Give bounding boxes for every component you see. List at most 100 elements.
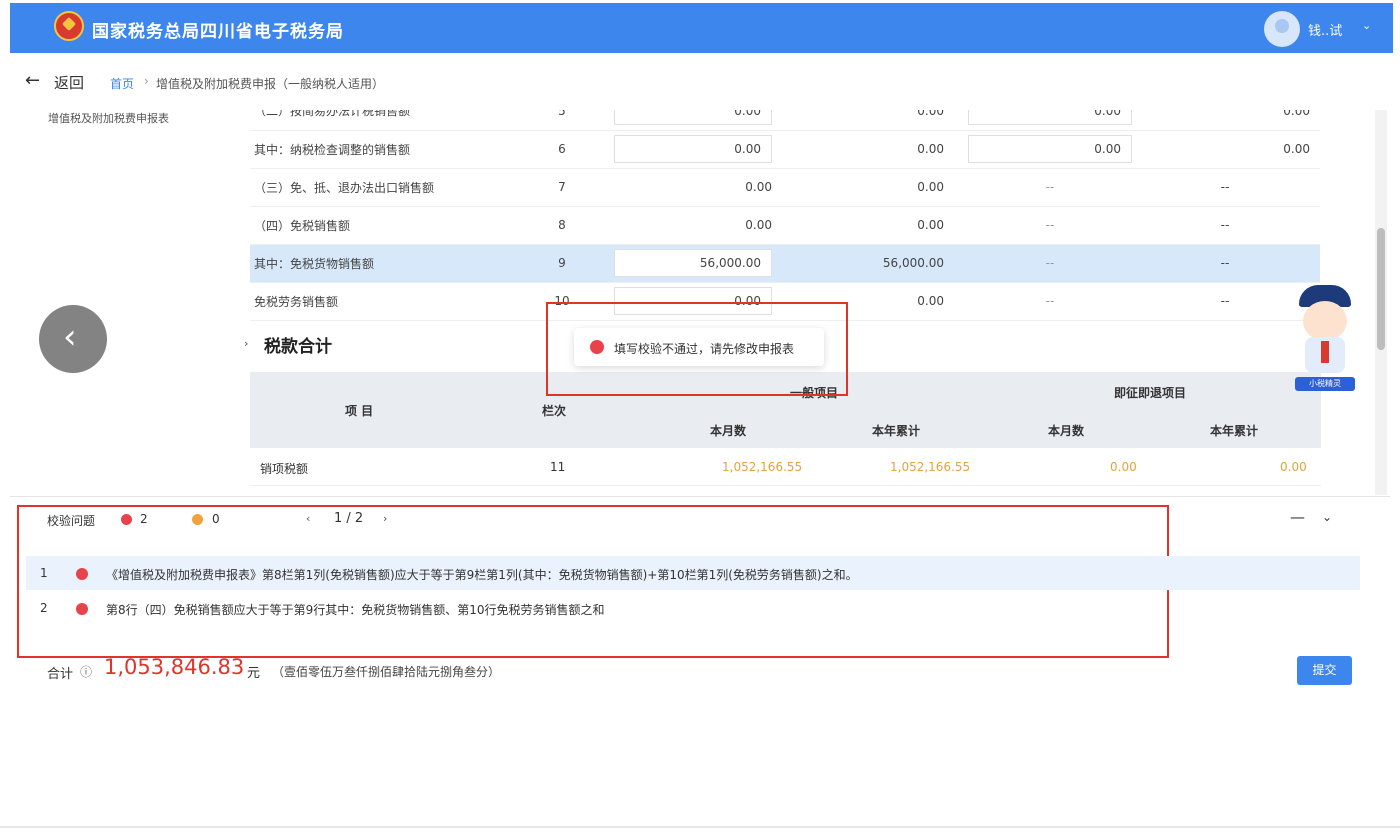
header-no: 栏次 [542, 404, 567, 418]
warning-count: 0 [212, 512, 220, 526]
validation-toast: 填写校验不通过，请先修改申报表 [574, 328, 824, 366]
amount-input[interactable]: 56,000.00 [614, 249, 772, 277]
minimize-icon[interactable]: — [1290, 508, 1305, 526]
pager-status: 1 / 2 [334, 511, 364, 526]
header-item: 项 目 [345, 404, 374, 418]
info-icon[interactable]: ⓘ [80, 663, 92, 680]
tax-emblem-logo [54, 11, 84, 41]
error-dot-icon [590, 340, 604, 354]
amount-cell: 0.00 [1140, 130, 1320, 169]
total-unit: 元 [247, 666, 261, 681]
mascot-tie [1321, 341, 1329, 363]
header-year: 本年累计 [872, 424, 921, 438]
header-month: 本月数 [1048, 424, 1085, 438]
divider [0, 826, 1400, 828]
empty-cell: -- [1140, 206, 1320, 245]
form-nav-label[interactable]: 增值税及附加税费申报表 [48, 110, 169, 126]
back-button[interactable]: 返回 [54, 72, 84, 93]
row-name: （二）按简易办法计税销售额 [250, 110, 520, 131]
table-row: （四）免税销售额 8 0.00 0.00 -- -- [250, 206, 1320, 245]
amount-cell: 0.00 [745, 180, 772, 194]
section-title: 税款合计 [264, 337, 332, 357]
amount-input[interactable]: 0.00 [968, 135, 1132, 163]
breadcrumb-current: 增值税及附加税费申报（一般纳税人适用） [156, 77, 385, 91]
issue-index: 1 [40, 566, 48, 580]
amount-cell: 56,000.00 [782, 244, 960, 283]
row-name: （三）免、抵、退办法出口销售额 [250, 168, 520, 207]
breadcrumb-separator: › [144, 74, 149, 88]
table-row: （三）免、抵、退办法出口销售额 7 0.00 0.00 -- -- [250, 168, 1320, 207]
chevron-down-icon[interactable]: › [244, 337, 248, 350]
empty-cell: -- [1045, 256, 1055, 270]
error-dot-icon [76, 603, 88, 615]
amount-cell: 1,052,166.55 [890, 460, 971, 474]
amount-input[interactable]: 0.00 [614, 110, 772, 125]
chevron-left-icon: ‹ [63, 317, 77, 357]
table-row: （二）按简易办法计税销售额 5 0.00 0.00 0.00 0.00 [250, 110, 1320, 131]
submit-button[interactable]: 提交 [1297, 656, 1352, 685]
total-amount-words: （壹佰零伍万叁仟捌佰肆拾陆元捌角叁分） [272, 665, 501, 679]
pager-prev-icon[interactable]: ‹ [306, 512, 310, 525]
breadcrumb-home-link[interactable]: 首页 [110, 75, 134, 92]
amount-cell: 0.00 [1280, 460, 1307, 474]
sales-table: （二）按简易办法计税销售额 5 0.00 0.00 0.00 0.00 其中：纳… [250, 110, 1320, 321]
row-number: 5 [520, 110, 604, 131]
header-month: 本月数 [710, 424, 747, 438]
site-title: 国家税务总局四川省电子税务局 [92, 22, 344, 42]
previous-page-button[interactable]: ‹ [39, 305, 107, 373]
total-label: 合计 [47, 667, 74, 682]
table-row-selected: 其中：免税货物销售额 9 56,000.00 56,000.00 -- -- [250, 244, 1320, 283]
issue-text: 第8行（四）免税销售额应大于等于第9行其中：免税货物销售额、第10行免税劳务销售… [106, 603, 605, 617]
row-number: 8 [520, 206, 604, 245]
amount-cell: 1,052,166.55 [722, 460, 803, 474]
empty-cell: -- [1140, 244, 1320, 283]
row-name: 免税劳务销售额 [250, 282, 520, 321]
amount-cell: 0.00 [782, 168, 960, 207]
error-dot-icon [121, 514, 132, 525]
empty-cell: -- [1045, 218, 1055, 232]
issue-row[interactable]: 1 《增值税及附加税费申报表》第8栏第1列(免税销售额)应大于等于第9栏第1列(… [26, 556, 1360, 590]
empty-cell: -- [1140, 168, 1320, 207]
chevron-down-icon[interactable]: ⌄ [1322, 510, 1332, 524]
assistant-mascot[interactable]: 小税精灵 [1293, 285, 1357, 393]
amount-cell: 0.00 [782, 110, 960, 131]
issue-row[interactable]: 2 第8行（四）免税销售额应大于等于第9行其中：免税货物销售额、第10行免税劳务… [26, 591, 1360, 625]
row-name: 其中：免税货物销售额 [250, 244, 520, 283]
header-refund: 即征即退项目 [1114, 386, 1187, 400]
header-year: 本年累计 [1210, 424, 1259, 438]
issue-text: 《增值税及附加税费申报表》第8栏第1列(免税销售额)应大于等于第9栏第1列(其中… [106, 568, 858, 582]
row-number: 6 [520, 130, 604, 169]
row-number: 7 [520, 168, 604, 207]
toast-message: 填写校验不通过，请先修改申报表 [614, 342, 795, 356]
back-arrow-icon[interactable]: ← [25, 70, 40, 91]
error-count: 2 [140, 512, 148, 526]
amount-cell: 0.00 [745, 218, 772, 232]
warning-dot-icon [192, 514, 203, 525]
row-name: 销项税额 [260, 462, 309, 476]
validation-label: 校验问题 [47, 514, 96, 528]
breadcrumb: ← 返回 首页 › 增值税及附加税费申报（一般纳税人适用） [10, 60, 1393, 104]
pager-next-icon[interactable]: › [383, 512, 387, 525]
table-row: 销项税额 11 1,052,166.55 1,052,166.55 0.00 0… [250, 448, 1321, 486]
chevron-down-icon[interactable]: ⌄ [1362, 19, 1371, 32]
mascot-face [1303, 301, 1347, 341]
amount-cell: 0.00 [1140, 110, 1320, 131]
amount-input[interactable]: 0.00 [614, 135, 772, 163]
scrollbar-thumb[interactable] [1377, 228, 1385, 350]
user-name[interactable]: 钱..试 [1308, 20, 1342, 39]
amount-cell: 0.00 [1110, 460, 1137, 474]
empty-cell: -- [1045, 180, 1055, 194]
mascot-badge: 小税精灵 [1295, 377, 1355, 391]
table-row: 其中：纳税检查调整的销售额 6 0.00 0.00 0.00 0.00 [250, 130, 1320, 169]
error-dot-icon [76, 568, 88, 580]
amount-input[interactable]: 0.00 [968, 110, 1132, 125]
user-avatar[interactable] [1264, 11, 1300, 47]
issue-index: 2 [40, 601, 48, 615]
row-number: 11 [550, 460, 566, 474]
amount-cell: 0.00 [782, 130, 960, 169]
row-number: 9 [520, 244, 604, 283]
total-amount: 1,053,846.83 [104, 655, 245, 679]
empty-cell: -- [1045, 294, 1055, 308]
top-bar: 国家税务总局四川省电子税务局 钱..试 ⌄ [10, 3, 1393, 53]
row-name: （四）免税销售额 [250, 206, 520, 245]
